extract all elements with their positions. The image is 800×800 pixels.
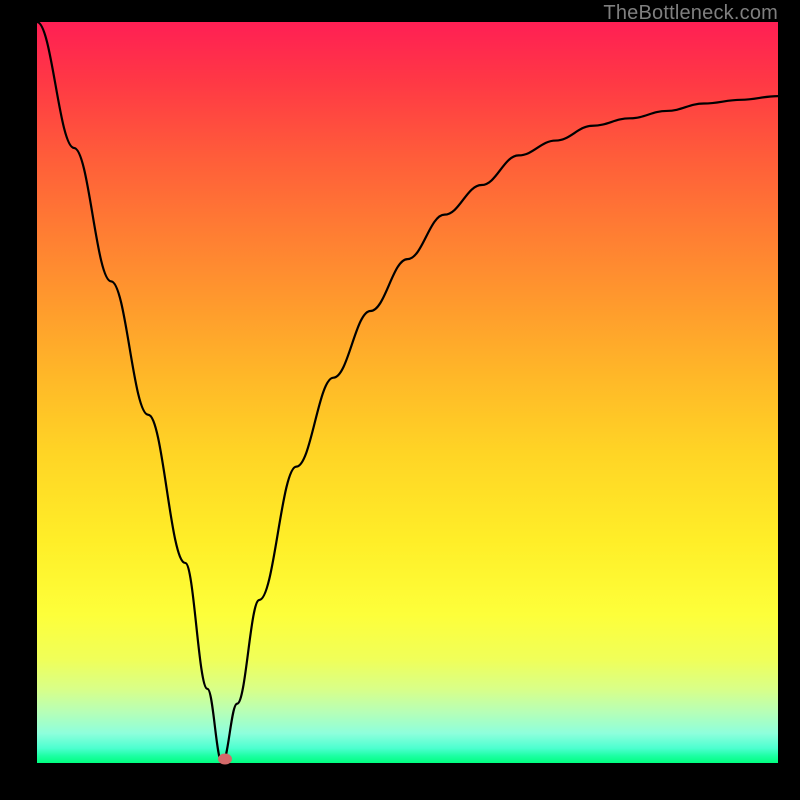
watermark-text: TheBottleneck.com — [603, 2, 778, 25]
chart-background — [37, 22, 778, 763]
data-marker — [218, 754, 232, 765]
gradient-fill — [37, 22, 778, 763]
